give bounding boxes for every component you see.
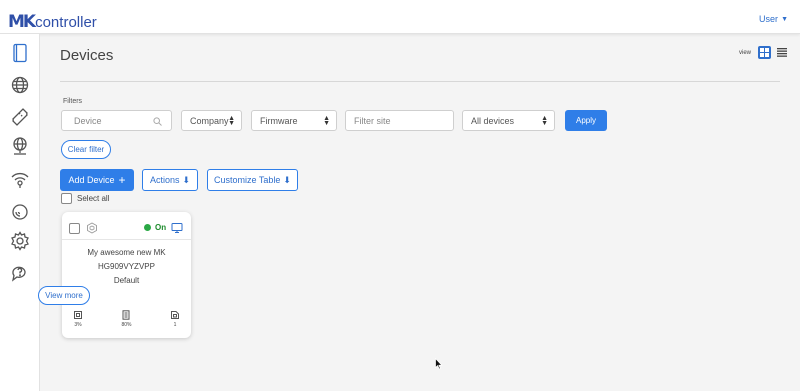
view-switch: view — [739, 46, 788, 59]
add-device-button[interactable]: Add Device + — [60, 169, 134, 191]
status-dot — [144, 224, 151, 231]
site-filter-placeholder: Filter site — [354, 115, 391, 126]
logo-text: controller — [35, 14, 97, 31]
select-arrows-icon: ▲ ▼ — [323, 115, 330, 127]
apply-button[interactable]: Apply — [565, 110, 607, 131]
plus-icon: + — [118, 173, 126, 187]
device-status-select[interactable]: All devices ▲ ▼ — [462, 110, 555, 131]
user-menu-label: User — [759, 14, 779, 24]
select-all[interactable]: Select all — [61, 193, 109, 204]
chat-help-icon[interactable] — [9, 262, 31, 284]
top-bar: MK controller User ▼ — [0, 0, 800, 34]
view-more-button[interactable]: View more — [38, 286, 90, 305]
card-divider — [62, 239, 191, 240]
cpu-icon — [74, 311, 82, 319]
globe-network-icon[interactable] — [9, 135, 31, 157]
search-icon — [153, 117, 162, 126]
memory-value: 80% — [121, 322, 132, 328]
port-icon — [170, 311, 179, 319]
site-filter-input[interactable]: Filter site — [345, 110, 454, 131]
memory-stat: 80% — [121, 310, 132, 328]
ticket-icon[interactable] — [9, 105, 31, 127]
logo[interactable]: MK controller — [8, 9, 97, 31]
cpu-value: 3% — [74, 322, 82, 328]
list-view-button[interactable] — [775, 46, 788, 59]
filters-label: Filters — [63, 98, 83, 105]
device-status-select-value: All devices — [471, 115, 515, 126]
ports-value: 1 — [173, 322, 177, 328]
caret-down-icon: ▼ — [781, 15, 788, 23]
customize-table-label: Customize Table — [214, 175, 281, 185]
ports-stat: 1 — [170, 310, 180, 328]
company-select[interactable]: Company ▲ ▼ — [181, 110, 242, 131]
grid-view-button[interactable] — [758, 46, 771, 59]
device-checkbox[interactable] — [69, 223, 80, 234]
status-label: On — [155, 223, 167, 232]
company-select-value: Company — [190, 115, 229, 126]
list-icon — [776, 48, 787, 57]
gear-icon[interactable] — [9, 230, 31, 252]
device-name: My awesome new MK — [87, 248, 166, 257]
tablet-icon[interactable] — [9, 42, 31, 64]
device-serial: HG909VYZVPP — [98, 262, 155, 271]
firmware-select[interactable]: Firmware ▲ ▼ — [251, 110, 337, 131]
cpu-stat: 3% — [73, 310, 83, 328]
sidebar — [0, 34, 40, 391]
device-filter-placeholder: Device — [74, 115, 102, 126]
arrow-down-icon: ⬇ — [182, 174, 191, 185]
device-model-icon — [87, 222, 97, 234]
firmware-select-value: Firmware — [260, 115, 298, 126]
view-label: view — [738, 49, 751, 56]
wifi-location-icon[interactable] — [9, 168, 31, 190]
logo-mark: MK — [8, 12, 36, 32]
select-all-label: Select all — [77, 194, 110, 203]
grid-icon — [760, 48, 769, 57]
page-title: Devices — [60, 47, 114, 64]
arrow-down-icon: ⬇ — [283, 174, 291, 185]
radar-icon[interactable] — [9, 201, 31, 223]
clear-filter-button[interactable]: Clear filter — [61, 140, 111, 159]
device-stats: 3% 80% 1 — [62, 310, 191, 328]
select-arrows-icon: ▲ ▼ — [228, 115, 235, 127]
device-card: On My awesome new MK HG909VYZVPP Default… — [62, 212, 191, 338]
customize-table-button[interactable]: Customize Table ⬇ — [207, 169, 298, 191]
globe-icon[interactable] — [9, 74, 31, 96]
actions-button[interactable]: Actions ⬇ — [142, 169, 198, 191]
add-device-label: Add Device — [68, 175, 115, 185]
device-group: Default — [113, 276, 140, 285]
user-menu[interactable]: User ▼ — [759, 14, 788, 24]
header-divider — [60, 81, 780, 82]
actions-label: Actions — [149, 175, 180, 185]
select-arrows-icon: ▲ ▼ — [541, 115, 548, 127]
memory-icon — [122, 310, 130, 320]
device-status: On — [144, 223, 166, 232]
mouse-cursor-icon — [435, 358, 443, 370]
device-filter-input[interactable]: Device — [61, 110, 172, 131]
select-all-checkbox[interactable] — [61, 193, 72, 204]
monitor-icon[interactable] — [171, 222, 183, 234]
